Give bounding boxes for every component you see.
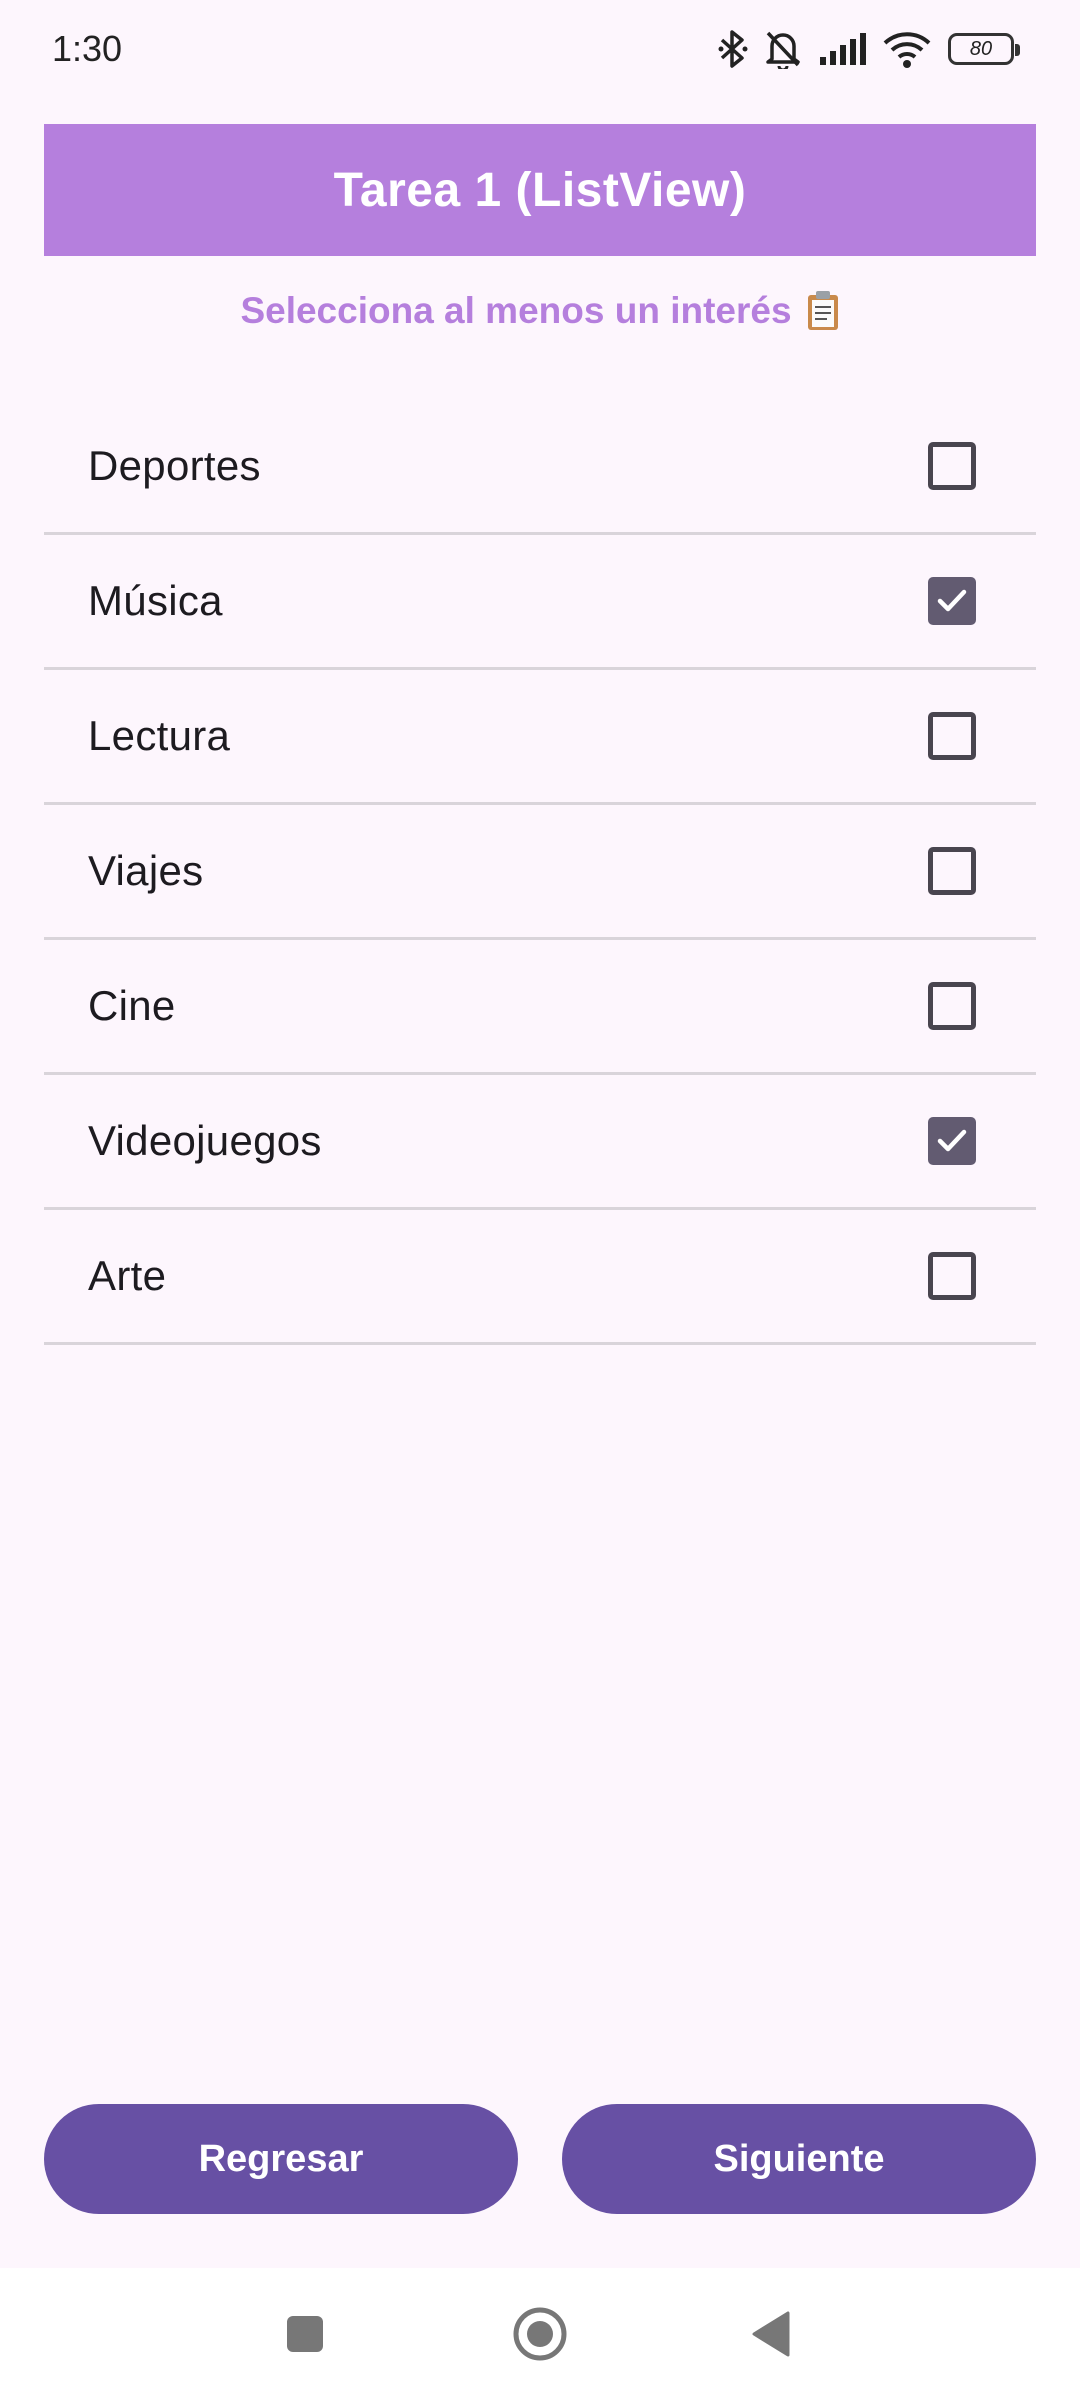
check-icon <box>937 1129 967 1152</box>
home-icon[interactable] <box>500 2268 580 2400</box>
next-button[interactable]: Siguiente <box>562 2104 1036 2214</box>
list-item[interactable]: Música <box>44 535 1036 670</box>
instruction-text: Selecciona al menos un interés <box>0 290 1080 332</box>
recents-icon[interactable] <box>270 2268 340 2400</box>
back-button[interactable]: Regresar <box>44 2104 518 2214</box>
page-title: Tarea 1 (ListView) <box>333 163 747 217</box>
app-header: Tarea 1 (ListView) <box>44 124 1036 256</box>
list-item-checkbox[interactable] <box>928 442 976 490</box>
list-item[interactable]: Videojuegos <box>44 1075 1036 1210</box>
list-item[interactable]: Cine <box>44 940 1036 1075</box>
status-bar: 1:30 80 <box>0 0 1080 100</box>
interest-list: Deportes Música Lectura Viajes Cine Videojueg… <box>44 400 1036 1345</box>
bell-off-icon <box>764 29 802 69</box>
list-item[interactable]: Arte <box>44 1210 1036 1345</box>
list-item-label: Música <box>88 577 223 624</box>
list-item[interactable]: Viajes <box>44 805 1036 940</box>
list-item-checkbox[interactable] <box>928 1117 976 1165</box>
list-item-label: Lectura <box>88 712 231 759</box>
signal-icon <box>818 31 866 67</box>
status-time: 1:30 <box>52 28 123 69</box>
check-icon <box>937 589 967 612</box>
battery-icon: 80 <box>948 33 1020 65</box>
bluetooth-icon <box>718 29 748 69</box>
instruction-label: Selecciona al menos un interés <box>240 290 792 331</box>
list-item-label: Videojuegos <box>88 1117 322 1164</box>
list-item-checkbox[interactable] <box>928 982 976 1030</box>
list-item-checkbox[interactable] <box>928 847 976 895</box>
list-item[interactable]: Lectura <box>44 670 1036 805</box>
list-item-checkbox[interactable] <box>928 577 976 625</box>
navigation-bar <box>0 2268 1080 2400</box>
screen: 1:30 80 Tarea 1 (ListView) Selecciona al… <box>0 0 1080 2400</box>
list-item[interactable]: Deportes <box>44 400 1036 535</box>
list-item-label: Deportes <box>88 442 261 489</box>
wifi-icon <box>882 29 932 69</box>
status-icons: 80 <box>718 26 1020 72</box>
list-item-label: Arte <box>88 1252 167 1299</box>
list-item-label: Viajes <box>88 847 204 894</box>
back-icon[interactable] <box>740 2268 800 2400</box>
list-item-checkbox[interactable] <box>928 712 976 760</box>
list-item-checkbox[interactable] <box>928 1252 976 1300</box>
list-item-label: Cine <box>88 982 176 1029</box>
clipboard-icon <box>806 290 840 332</box>
